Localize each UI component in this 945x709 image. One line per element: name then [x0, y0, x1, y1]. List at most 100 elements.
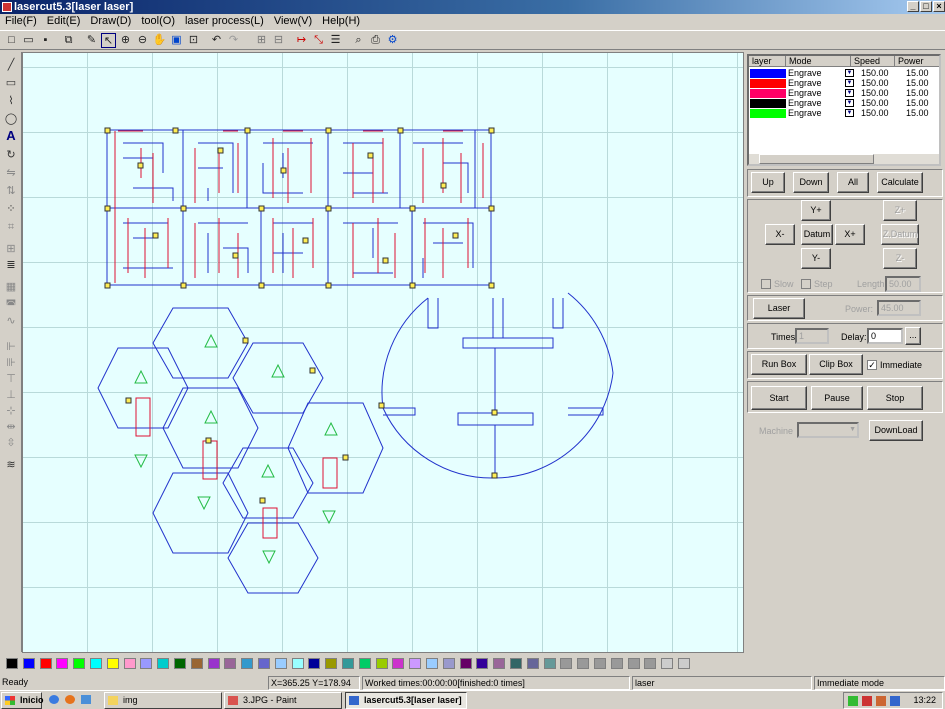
palette-swatch[interactable]: [560, 658, 573, 669]
palette-swatch[interactable]: [543, 658, 556, 669]
palette-swatch[interactable]: [241, 658, 254, 669]
immediate-checkbox[interactable]: ✓: [867, 360, 877, 370]
palette-swatch[interactable]: [73, 658, 86, 669]
explorer-icon[interactable]: [78, 692, 94, 709]
palette-swatch[interactable]: [106, 658, 119, 669]
run-box-button[interactable]: Run Box: [751, 354, 807, 375]
mode-col-header[interactable]: Mode: [786, 56, 851, 67]
palette-swatch[interactable]: [190, 658, 203, 669]
calculate-button[interactable]: Calculate: [877, 172, 923, 193]
mode-dropdown-icon[interactable]: ▼: [845, 79, 854, 87]
grid-icon[interactable]: ▦: [3, 280, 19, 295]
array-icon[interactable]: ☰: [328, 33, 343, 48]
fill-icon[interactable]: ◚: [3, 298, 19, 313]
menu-help[interactable]: Help(H): [317, 14, 365, 28]
mode-dropdown-icon[interactable]: ▼: [845, 109, 854, 117]
palette-swatch[interactable]: [426, 658, 438, 669]
import-icon[interactable]: ⧉: [61, 33, 76, 48]
pause-button[interactable]: Pause: [811, 386, 863, 410]
scroll-thumb[interactable]: [759, 154, 874, 164]
layer-color-swatch[interactable]: [750, 99, 786, 108]
palette-swatch[interactable]: [224, 658, 237, 669]
palette-swatch[interactable]: [342, 658, 354, 669]
layer-row[interactable]: Engrave ▼ 150.00 15.00: [749, 78, 939, 88]
layer-color-swatch[interactable]: [750, 69, 786, 78]
palette-swatch[interactable]: [594, 658, 606, 669]
z-plus-button[interactable]: Z+: [883, 200, 917, 221]
zoom-out-icon[interactable]: ⊖: [135, 33, 150, 48]
select-icon[interactable]: ↖: [101, 33, 116, 48]
palette-swatch[interactable]: [577, 658, 590, 669]
align-top-icon[interactable]: ⊤: [3, 372, 19, 387]
align-icon[interactable]: ⊞: [3, 242, 19, 257]
align-center-icon[interactable]: ⊹: [3, 404, 19, 419]
layer-color-swatch[interactable]: [750, 79, 786, 88]
length-input[interactable]: 50.00: [885, 276, 921, 292]
output-icon[interactable]: ⎙: [368, 33, 383, 48]
rotate-icon[interactable]: ↻: [3, 148, 19, 163]
ungroup-icon[interactable]: ⊟: [271, 33, 286, 48]
delay-input[interactable]: 0: [867, 328, 903, 344]
palette-swatch[interactable]: [157, 658, 170, 669]
line-icon[interactable]: ╱: [3, 58, 19, 73]
y-minus-button[interactable]: Y-: [801, 248, 831, 269]
mirror-v-icon[interactable]: ⇅: [3, 184, 19, 199]
zoom-window-icon[interactable]: ▣: [169, 33, 184, 48]
cut-path-icon[interactable]: ↦: [294, 33, 309, 48]
palette-swatch[interactable]: [392, 658, 405, 669]
up-button[interactable]: Up: [751, 172, 785, 193]
speed-col-header[interactable]: Speed: [851, 56, 895, 67]
ellipse-icon[interactable]: ◯: [3, 112, 19, 127]
palette-swatch[interactable]: [207, 658, 220, 669]
palette-swatch[interactable]: [291, 658, 304, 669]
y-plus-button[interactable]: Y+: [801, 200, 831, 221]
palette-swatch[interactable]: [375, 658, 388, 669]
layer-row[interactable]: Engrave ▼ 150.00 15.00: [749, 88, 939, 98]
close-button[interactable]: ×: [933, 1, 945, 12]
open-icon[interactable]: ▭: [21, 33, 36, 48]
palette-swatch[interactable]: [644, 658, 657, 669]
layer-hscrollbar[interactable]: [749, 154, 939, 164]
node-icon[interactable]: ⤡: [311, 33, 326, 48]
palette-swatch[interactable]: [610, 658, 623, 669]
z-minus-button[interactable]: Z-: [883, 248, 917, 269]
ie-icon[interactable]: [46, 692, 62, 709]
palette-swatch[interactable]: [358, 658, 371, 669]
palette-swatch[interactable]: [274, 658, 287, 669]
task-lasercut[interactable]: lasercut5.3[laser laser]: [345, 692, 467, 709]
palette-swatch[interactable]: [442, 658, 455, 669]
mode-dropdown-icon[interactable]: ▼: [845, 89, 854, 97]
palette-swatch[interactable]: [258, 658, 270, 669]
palette-swatch[interactable]: [678, 658, 690, 669]
x-plus-button[interactable]: X+: [835, 224, 865, 245]
layers-icon[interactable]: ≋: [3, 458, 19, 473]
start-button[interactable]: Start: [751, 386, 807, 410]
node-edit-icon[interactable]: ⁘: [3, 202, 19, 217]
save-icon[interactable]: ▪: [38, 33, 53, 48]
slow-checkbox[interactable]: [761, 279, 771, 289]
palette-swatch[interactable]: [493, 658, 506, 669]
palette-swatch[interactable]: [6, 658, 18, 669]
palette-swatch[interactable]: [174, 658, 186, 669]
text-icon[interactable]: A: [3, 128, 19, 143]
step-checkbox[interactable]: [801, 279, 811, 289]
undo-icon[interactable]: ↶: [209, 33, 224, 48]
download-button[interactable]: DownLoad: [869, 420, 923, 441]
zoom-fit-icon[interactable]: ⊡: [186, 33, 201, 48]
tray-app-icon[interactable]: [876, 696, 886, 706]
layer-color-swatch[interactable]: [750, 89, 786, 98]
settings-icon[interactable]: ⚙: [385, 33, 400, 48]
mode-dropdown-icon[interactable]: ▼: [845, 69, 854, 77]
palette-swatch[interactable]: [90, 658, 102, 669]
browse-button[interactable]: ...: [905, 327, 921, 345]
palette-swatch[interactable]: [510, 658, 522, 669]
firefox-icon[interactable]: [62, 692, 78, 709]
task-paint[interactable]: 3.JPG - Paint: [224, 692, 342, 709]
rectangle-icon[interactable]: ▭: [3, 76, 19, 91]
palette-swatch[interactable]: [325, 658, 338, 669]
power-col-header[interactable]: Power: [895, 56, 939, 67]
palette-swatch[interactable]: [22, 658, 35, 669]
menu-edit[interactable]: Edit(E): [42, 14, 86, 28]
maximize-button[interactable]: □: [920, 1, 932, 12]
layer-row[interactable]: Engrave ▼ 150.00 15.00: [749, 98, 939, 108]
